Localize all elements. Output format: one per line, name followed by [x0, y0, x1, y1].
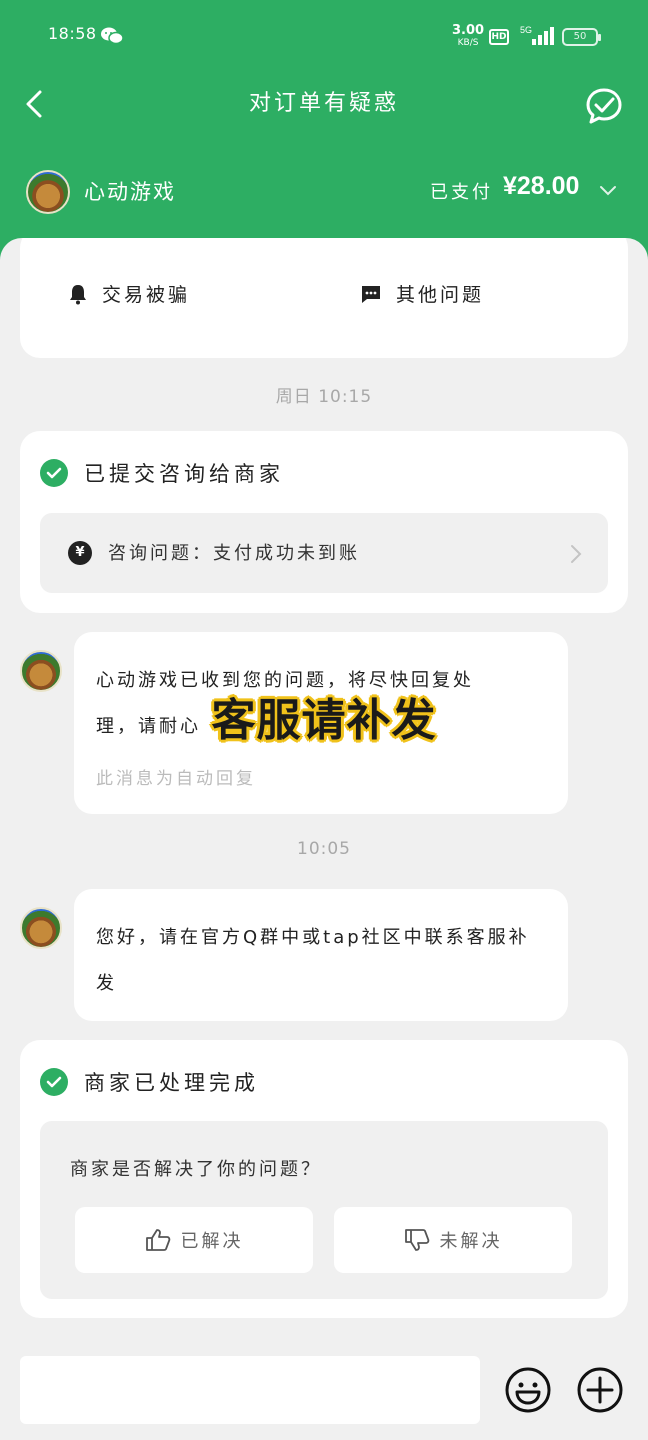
inquiry-text: 咨询问题：支付成功未到账: [108, 543, 360, 564]
message-text: 发: [96, 973, 117, 994]
network-type: 5G: [520, 25, 532, 35]
resolved-title: 商家已处理完成: [84, 1071, 259, 1095]
net-speed-value: 3.00: [452, 23, 485, 38]
submitted-card: 已提交咨询给商家 ¥ 咨询问题：支付成功未到账: [20, 431, 628, 613]
wechat-icon: [100, 26, 124, 50]
order-status: 已支付: [430, 182, 493, 203]
status-bar: 18:58 3.00 KB/S HD 5G 50: [0, 0, 648, 72]
hd-badge: HD: [489, 29, 509, 45]
resolved-no-label: 未解决: [439, 1231, 503, 1252]
issue-option-other[interactable]: 其他问题: [360, 280, 484, 307]
check-circle-icon: [40, 1068, 68, 1096]
feedback-box: 商家是否解决了你的问题？ 已解决 未解决: [40, 1121, 608, 1299]
merchant-name: 心动游戏: [84, 180, 176, 204]
resolved-yes-label: 已解决: [180, 1231, 244, 1252]
feedback-question: 商家是否解决了你的问题？: [70, 1159, 322, 1180]
chevron-down-icon[interactable]: [598, 183, 618, 202]
issue-option-label: 其他问题: [396, 284, 485, 306]
submitted-title: 已提交咨询给商家: [84, 462, 284, 486]
overlay-caption: 客服请补发: [211, 695, 437, 746]
message-text: 您好，请在官方Q群中或tap社区中联系客服补: [96, 927, 530, 948]
merchant-avatar[interactable]: [20, 907, 62, 949]
message-input[interactable]: [20, 1356, 480, 1424]
add-button[interactable]: [576, 1366, 624, 1418]
chat-area[interactable]: 交易被骗 其他问题 周日 10:15 已提交咨询给商家 ¥ 咨询问题：支付成功未…: [0, 238, 648, 1340]
net-speed-unit: KB/S: [457, 38, 479, 48]
header: 18:58 3.00 KB/S HD 5G 50 对订单有疑惑 心动游戏 已支付 …: [0, 0, 648, 262]
resolved-card: 商家已处理完成 商家是否解决了你的问题？ 已解决 未解决: [20, 1040, 628, 1318]
emoji-icon: [505, 1367, 551, 1413]
auto-reply-note: 此消息为自动回复: [96, 769, 256, 789]
inquiry-row[interactable]: ¥ 咨询问题：支付成功未到账: [40, 513, 608, 593]
timestamp: 周日 10:15: [275, 387, 373, 407]
resolved-yes-button[interactable]: 已解决: [75, 1207, 313, 1273]
net-speed: 3.00 KB/S: [452, 23, 485, 49]
message-icon: [362, 285, 380, 303]
merchant-avatar: [26, 170, 70, 214]
customer-service-button[interactable]: [584, 86, 624, 126]
thumbs-down-icon: [404, 1229, 429, 1251]
plus-circle-icon: [577, 1367, 623, 1413]
chevron-right-icon: [570, 544, 582, 568]
merchant-row[interactable]: 心动游戏 已支付 ¥28.00: [0, 168, 648, 216]
status-time: 18:58: [48, 24, 97, 43]
order-amount: ¥28.00: [503, 172, 580, 200]
message-bubble: 您好，请在官方Q群中或tap社区中联系客服补 发: [74, 889, 568, 1021]
issue-option-fraud[interactable]: 交易被骗: [68, 280, 190, 307]
check-circle-icon: [40, 459, 68, 487]
battery-icon: 50: [562, 28, 601, 46]
resolved-no-button[interactable]: 未解决: [334, 1207, 572, 1273]
input-bar: [0, 1340, 648, 1440]
emoji-button[interactable]: [504, 1366, 552, 1418]
signal-icon: 5G: [520, 25, 554, 51]
timestamp: 10:05: [297, 839, 351, 859]
issue-types-card: 交易被骗 其他问题: [20, 238, 628, 358]
bell-icon: [70, 284, 86, 304]
issue-option-label: 交易被骗: [102, 284, 191, 306]
chat-check-icon: [586, 88, 622, 124]
page-title: 对订单有疑惑: [248, 91, 399, 116]
yen-icon: ¥: [68, 541, 92, 565]
thumbs-up-icon: [145, 1229, 170, 1251]
